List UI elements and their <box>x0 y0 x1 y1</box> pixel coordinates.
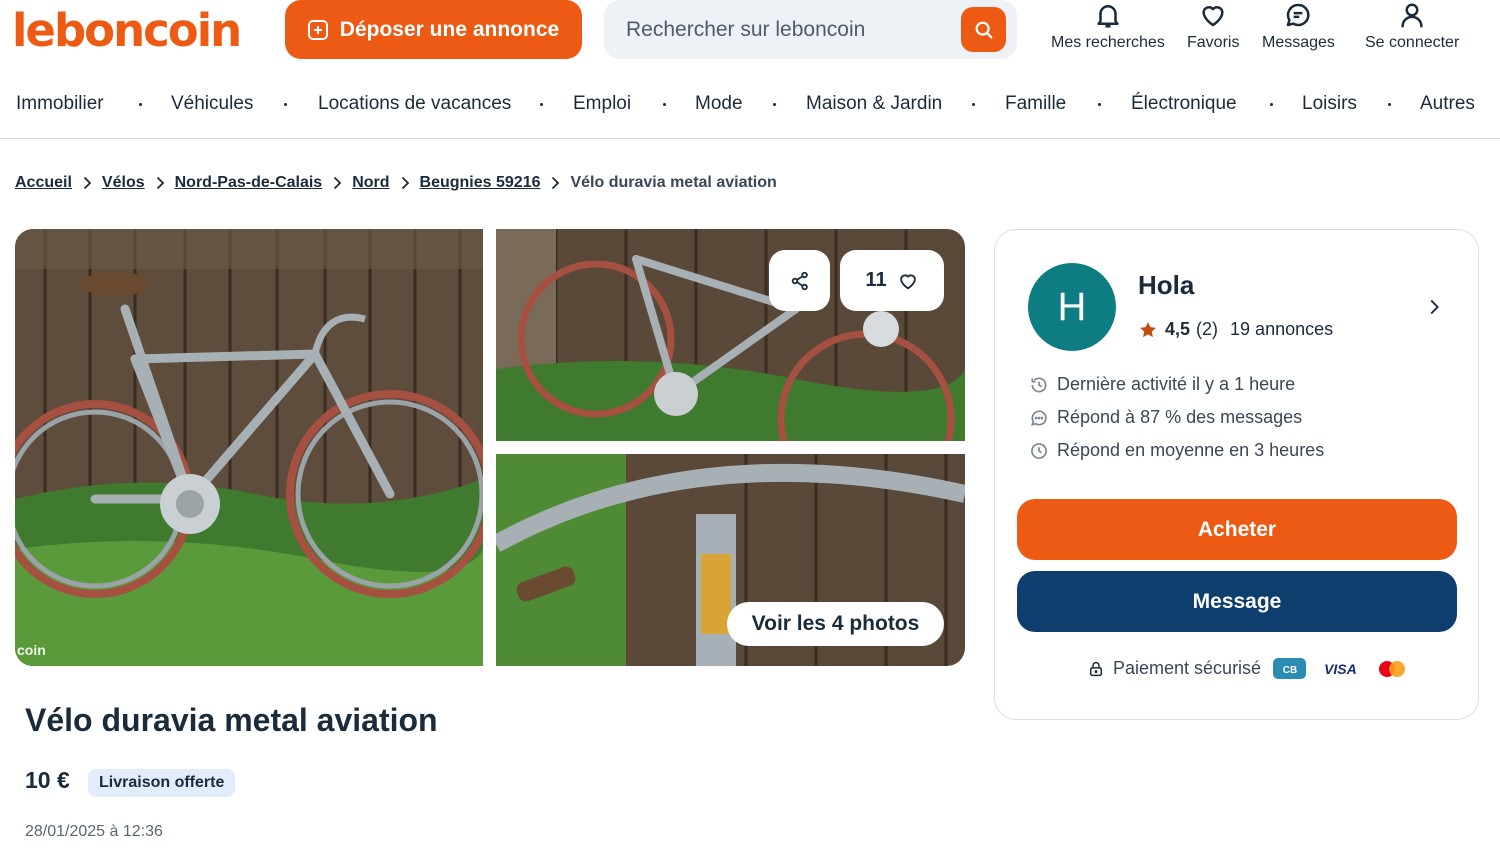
seller-name[interactable]: Hola <box>1138 270 1194 301</box>
last-activity-row: Dernière activité il y a 1 heure <box>1029 374 1295 395</box>
header: leboncoin Déposer une annonce Mes recher… <box>0 0 1500 70</box>
category-famille[interactable]: Famille <box>1005 93 1066 115</box>
category-emploi[interactable]: Emploi <box>573 93 631 115</box>
clock-icon <box>1031 442 1047 459</box>
category-mode[interactable]: Mode <box>695 93 743 115</box>
breadcrumb-region[interactable]: Nord-Pas-de-Calais <box>175 174 323 192</box>
breadcrumb-velos[interactable]: Vélos <box>102 174 145 192</box>
cb-card-logo: CB <box>1273 658 1307 679</box>
chevron-right-icon <box>550 176 560 190</box>
messages-link[interactable]: Messages <box>1262 0 1335 52</box>
category-vehicules[interactable]: Véhicules <box>171 93 253 115</box>
ad-price: 10 € <box>25 767 70 793</box>
login-link[interactable]: Se connecter <box>1365 0 1459 52</box>
seller-card: H Hola 4,5 (2) 19 annonces Dernière acti… <box>994 229 1479 720</box>
bell-icon <box>1097 5 1119 28</box>
search-input[interactable] <box>626 15 946 45</box>
rating-count: (2) <box>1196 319 1219 339</box>
photo-watermark: coin <box>17 642 46 658</box>
chevron-right-icon <box>332 176 342 190</box>
leboncoin-logo[interactable]: leboncoin <box>12 4 242 57</box>
plus-square-icon <box>307 19 328 40</box>
ad-date: 28/01/2025 à 12:36 <box>25 823 163 840</box>
mastercard-logo <box>1377 659 1407 679</box>
search-button[interactable] <box>961 7 1006 52</box>
deposit-ad-button[interactable]: Déposer une annonce <box>285 0 582 59</box>
category-separator <box>972 103 975 106</box>
share-icon <box>791 271 808 290</box>
my-searches-link[interactable]: Mes recherches <box>1051 0 1165 52</box>
breadcrumb-department[interactable]: Nord <box>352 174 389 192</box>
breadcrumb-current: Vélo duravia metal aviation <box>570 174 777 191</box>
category-loisirs[interactable]: Loisirs <box>1302 93 1357 115</box>
user-icon <box>1401 3 1423 28</box>
ad-title: Vélo duravia metal aviation <box>25 702 438 738</box>
delivery-badge: Livraison offerte <box>88 769 236 797</box>
category-separator <box>540 103 543 106</box>
search-icon <box>975 21 992 38</box>
category-nav: Immobilier Véhicules Locations de vacanc… <box>0 82 1500 139</box>
favorite-button[interactable]: 11 <box>840 250 944 311</box>
favorites-label: Favoris <box>1187 34 1240 51</box>
category-separator <box>1388 103 1391 106</box>
lock-icon <box>1090 661 1102 676</box>
search-bar <box>604 0 1017 59</box>
breadcrumb-accueil[interactable]: Accueil <box>15 174 72 192</box>
visa-logo: VISA <box>1324 660 1357 677</box>
category-separator <box>1098 103 1101 106</box>
see-all-photos-button[interactable]: Voir les 4 photos <box>727 602 944 646</box>
favorites-count: 11 <box>865 269 887 291</box>
category-locations-vacances[interactable]: Locations de vacances <box>318 93 511 115</box>
rating-value: 4,5 <box>1165 319 1191 339</box>
share-button[interactable] <box>769 250 830 311</box>
history-icon <box>1031 377 1047 392</box>
login-label: Se connecter <box>1365 34 1460 51</box>
category-separator <box>663 103 666 106</box>
seller-rating: 4,5 (2) 19 annonces <box>1138 319 1333 340</box>
category-separator <box>284 103 287 106</box>
star-icon <box>1138 320 1158 340</box>
deposit-ad-label: Déposer une annonce <box>339 17 560 41</box>
listings-count[interactable]: 19 annonces <box>1230 319 1333 340</box>
breadcrumb-city[interactable]: Beugnies 59216 <box>420 174 541 192</box>
favorites-link[interactable]: Favoris <box>1187 0 1239 52</box>
chevron-right-icon <box>82 176 92 190</box>
response-time-row: Répond en moyenne en 3 heures <box>1029 440 1324 461</box>
category-autres[interactable]: Autres <box>1420 93 1475 115</box>
breadcrumb: Accueil Vélos Nord-Pas-de-Calais Nord Be… <box>15 174 777 192</box>
response-rate-row: Répond à 87 % des messages <box>1029 407 1302 428</box>
avatar[interactable]: H <box>1028 263 1116 351</box>
heart-icon <box>1202 6 1224 27</box>
my-searches-label: Mes recherches <box>1051 34 1165 51</box>
messages-label: Messages <box>1262 34 1335 51</box>
main-photo[interactable]: coin <box>15 229 483 666</box>
chevron-right-icon <box>155 176 165 190</box>
secure-payment: Paiement sécurisé CB VISA <box>1087 658 1407 679</box>
chevron-right-icon[interactable] <box>1423 296 1445 318</box>
category-electronique[interactable]: Électronique <box>1131 93 1237 115</box>
secure-payment-label: Paiement sécurisé <box>1113 658 1262 678</box>
category-separator <box>773 103 776 106</box>
svg-text:CB: CB <box>1282 665 1296 675</box>
chevron-right-icon <box>400 176 410 190</box>
category-maison-jardin[interactable]: Maison & Jardin <box>806 93 942 115</box>
category-separator <box>139 103 142 106</box>
message-button[interactable]: Message <box>1017 571 1457 632</box>
category-separator <box>1270 103 1273 106</box>
category-immobilier[interactable]: Immobilier <box>16 93 104 115</box>
response-rate-text: Répond à 87 % des messages <box>1057 407 1303 427</box>
chat-icon <box>1031 409 1047 426</box>
message-icon <box>1287 3 1310 27</box>
last-activity-text: Dernière activité il y a 1 heure <box>1057 374 1296 394</box>
buy-button[interactable]: Acheter <box>1017 499 1457 560</box>
heart-outline-icon <box>899 273 916 289</box>
response-time-text: Répond en moyenne en 3 heures <box>1057 440 1325 460</box>
